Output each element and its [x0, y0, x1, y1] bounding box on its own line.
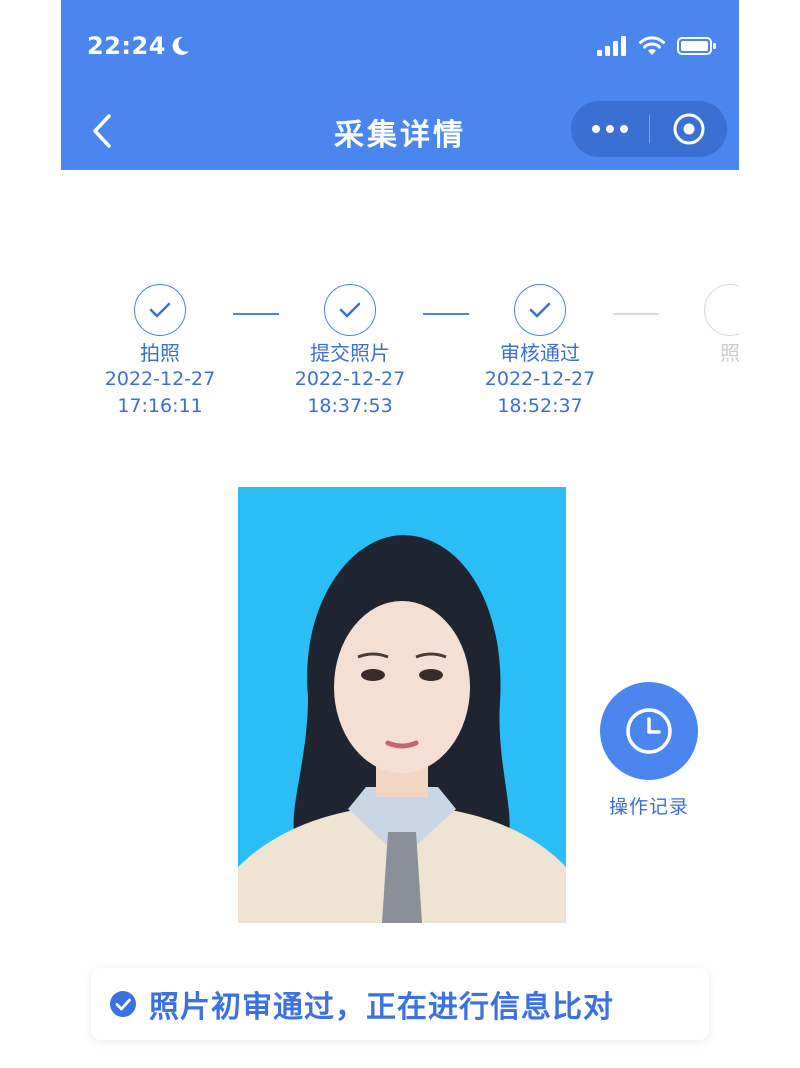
- step-label: 提交照片: [310, 341, 390, 365]
- status-message-text: 照片初审通过，正在进行信息比对: [149, 990, 614, 1025]
- operation-history: 操作记录: [599, 682, 699, 819]
- step-check-circle: [514, 284, 566, 336]
- step-connector: [423, 313, 469, 315]
- step-pending-circle: [704, 284, 739, 336]
- step-photo: 拍照 2022-12-27 17:16:11: [85, 284, 235, 420]
- step-date: 2022-12-27: [484, 368, 596, 390]
- step-check-circle: [134, 284, 186, 336]
- check-icon: [529, 302, 551, 318]
- check-icon: [339, 302, 361, 318]
- step-check-circle: [324, 284, 376, 336]
- moon-icon: [172, 36, 189, 55]
- header-bar: 22:24 采集详情: [61, 0, 739, 170]
- progress-steps: 拍照 2022-12-27 17:16:11 提交照片 2022-12-27 1…: [61, 284, 739, 424]
- target-close-icon: [673, 113, 704, 145]
- step-time: 17:16:11: [117, 395, 203, 417]
- cellular-signal-icon: [597, 36, 626, 56]
- check-icon: [149, 302, 171, 318]
- battery-icon: [677, 37, 716, 55]
- status-time: 22:24: [87, 32, 190, 60]
- step-next: 照: [655, 284, 739, 366]
- id-photo: [238, 487, 566, 923]
- history-button[interactable]: [600, 682, 698, 780]
- portrait-illustration: [238, 535, 566, 923]
- history-label: 操作记录: [608, 796, 689, 818]
- more-dots-icon: [592, 125, 600, 133]
- step-connector: [233, 313, 279, 315]
- more-button[interactable]: [571, 101, 649, 157]
- step-date: 2022-12-27: [294, 368, 406, 390]
- step-time: 18:37:53: [307, 395, 393, 417]
- step-submit: 提交照片 2022-12-27 18:37:53: [275, 284, 425, 420]
- status-message-card: 照片初审通过，正在进行信息比对: [91, 968, 709, 1040]
- step-label: 拍照: [140, 341, 180, 365]
- step-date: 2022-12-27: [104, 368, 216, 390]
- step-label: 审核通过: [500, 341, 580, 365]
- step-label: 照: [720, 341, 739, 365]
- mini-program-capsule: [571, 101, 727, 157]
- close-button[interactable]: [650, 101, 727, 157]
- check-circle-icon: [110, 991, 136, 1017]
- step-time: 18:52:37: [497, 395, 583, 417]
- more-dots-icon: [606, 125, 614, 133]
- status-indicators: [597, 36, 717, 56]
- wifi-icon: [639, 36, 665, 55]
- clock-icon: [626, 708, 672, 754]
- app-page: 22:24 采集详情 拍照 2022-12-27 17:16:11 提交照片 2…: [61, 0, 739, 1068]
- step-review: 审核通过 2022-12-27 18:52:37: [465, 284, 615, 420]
- more-dots-icon: [620, 125, 628, 133]
- status-time-text: 22:24: [87, 32, 166, 60]
- step-connector: [613, 313, 659, 315]
